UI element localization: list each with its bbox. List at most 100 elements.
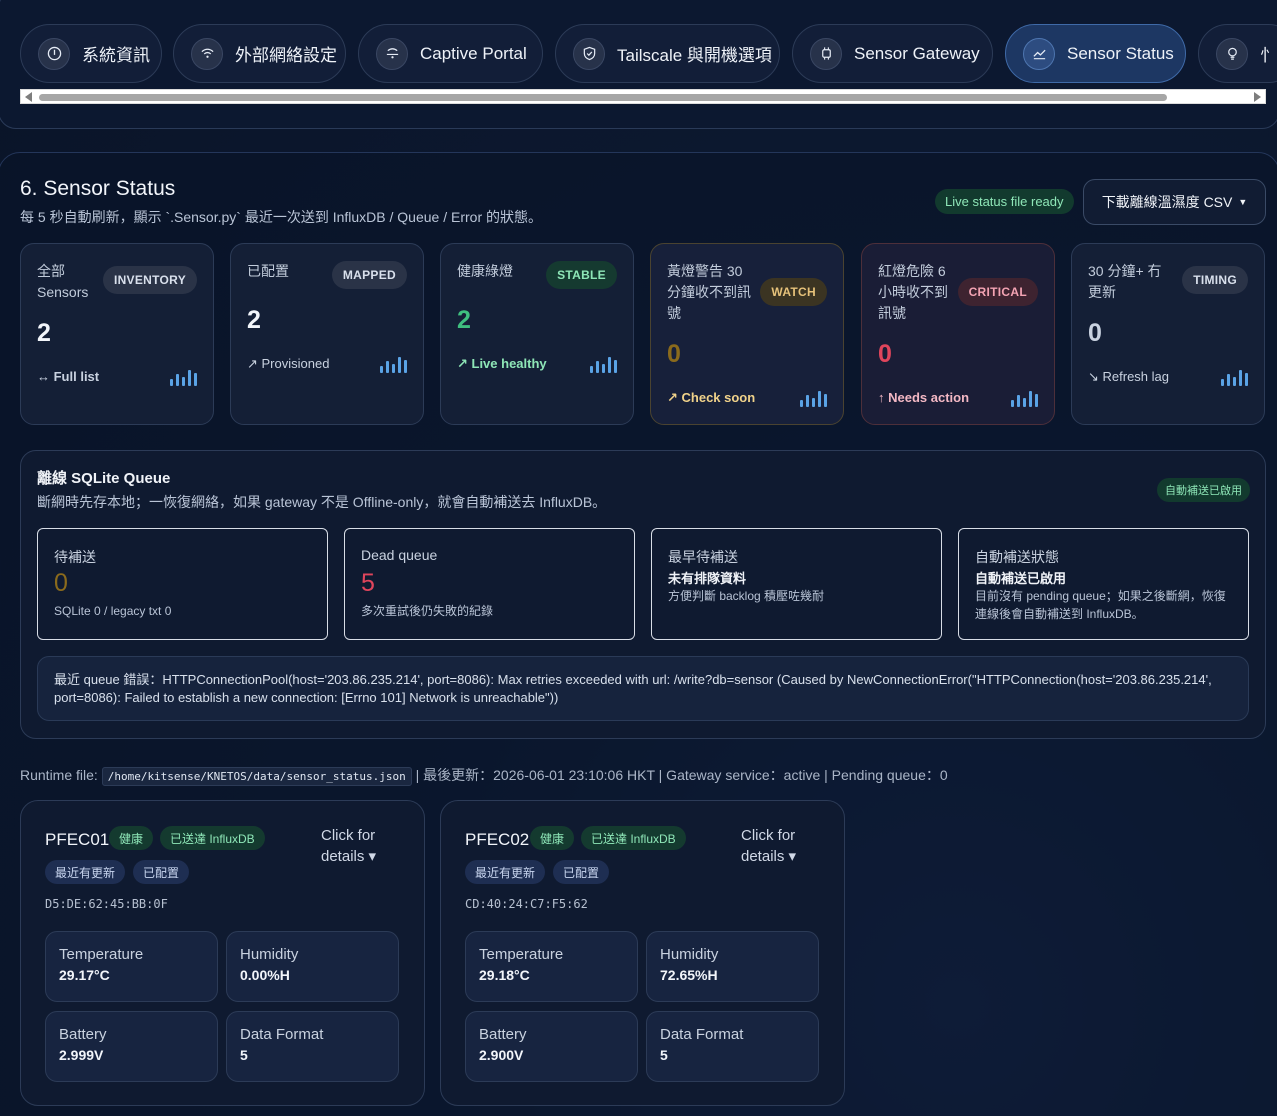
queue-pending-value: 0 bbox=[54, 569, 68, 597]
metric-label: 黃燈警告 30 分鐘收不到訊號 bbox=[667, 263, 751, 321]
metric-footer: ↘ Refresh lag bbox=[1088, 369, 1169, 384]
queue-box-sub: 方便判斷 backlog 積壓咗幾耐 bbox=[668, 589, 825, 603]
metric-humidity: Humidity 0.00%H bbox=[226, 931, 399, 1002]
download-csv-button[interactable]: 下載離線溫濕度 CSV ▼ bbox=[1083, 179, 1266, 225]
metric-temperature: Temperature 29.18°C bbox=[465, 931, 638, 1002]
metric-footer: ↗ Provisioned bbox=[247, 356, 330, 371]
sparkline-icon bbox=[1011, 389, 1038, 407]
metric-label: 紅燈危險 6 小時收不到訊號 bbox=[878, 263, 948, 321]
metric-key: Data Format bbox=[660, 1026, 744, 1043]
tab-system-info[interactable]: 系統資訊 bbox=[20, 24, 162, 83]
metric-val: 2.999V bbox=[59, 1047, 104, 1063]
queue-pending-box: 待補送 0 SQLite 0 / legacy txt 0 bbox=[37, 528, 328, 640]
tab-label: Tailscale 與開機選項 bbox=[617, 46, 772, 65]
queue-oldest-value: 未有排隊資料 bbox=[668, 571, 747, 586]
tab-external-network[interactable]: 外部網絡設定 bbox=[173, 24, 346, 83]
metric-temperature: Temperature 29.17°C bbox=[45, 931, 218, 1002]
metric-data-format: Data Format 5 bbox=[646, 1011, 819, 1082]
metric-card-mapped: 已配置 MAPPED 2 ↗ Provisioned bbox=[230, 243, 424, 425]
queue-title: 離線 SQLite Queue bbox=[37, 470, 171, 487]
metric-val: 29.18°C bbox=[479, 967, 530, 983]
metric-value: 2 bbox=[37, 319, 51, 347]
metric-value: 0 bbox=[667, 340, 681, 368]
queue-subtitle: 斷網時先存本地；一恢復網絡，如果 gateway 不是 Offline-only… bbox=[37, 494, 607, 510]
metric-key: Temperature bbox=[59, 946, 144, 963]
scroll-right-icon[interactable] bbox=[1254, 92, 1261, 102]
status-badge: CRITICAL bbox=[957, 278, 1038, 306]
info-icon bbox=[38, 37, 70, 70]
queue-auto-box: 自動補送狀態 自動補送已啟用 目前沒有 pending queue；如果之後斷網… bbox=[958, 528, 1249, 640]
tab-more[interactable]: 忄 bbox=[1198, 24, 1277, 83]
metric-key: Battery bbox=[479, 1026, 527, 1043]
download-csv-label: 下載離線溫濕度 CSV bbox=[1101, 194, 1233, 210]
sensor-name: PFEC02 bbox=[465, 830, 530, 849]
sensor-card-pfec02[interactable]: PFEC02 健康 已送達 InfluxDB 最近有更新 已配置 Click f… bbox=[440, 800, 845, 1106]
metric-val: 29.17°C bbox=[59, 967, 110, 983]
tab-tailscale[interactable]: Tailscale 與開機選項 bbox=[555, 24, 780, 83]
metric-val: 2.900V bbox=[479, 1047, 524, 1063]
sparkline-icon bbox=[800, 389, 827, 407]
tag-recent-update: 最近有更新 bbox=[465, 860, 546, 884]
tag-influx-delivered: 已送達 InfluxDB bbox=[160, 826, 265, 850]
queue-box-title: 最早待補送 bbox=[668, 549, 738, 565]
sensor-card-pfec01[interactable]: PFEC01 健康 已送達 InfluxDB 最近有更新 已配置 Click f… bbox=[20, 800, 425, 1106]
metric-key: Battery bbox=[59, 1026, 107, 1043]
caret-down-icon: ▼ bbox=[1238, 197, 1248, 207]
metric-data-format: Data Format 5 bbox=[226, 1011, 399, 1082]
details-toggle[interactable]: Click for details ▾ bbox=[321, 825, 401, 867]
wifi-icon bbox=[191, 37, 223, 70]
status-badge: STABLE bbox=[546, 261, 617, 289]
tab-label: Sensor Status bbox=[1067, 43, 1174, 63]
tab-label: 忄 bbox=[1260, 46, 1277, 65]
page-subtitle: 每 5 秒自動刷新，顯示 `.Sensor.py` 最近一次送到 InfluxD… bbox=[20, 209, 542, 225]
tab-label: Sensor Gateway bbox=[854, 43, 980, 63]
metric-key: Humidity bbox=[660, 946, 719, 963]
tab-captive-portal[interactable]: Captive Portal bbox=[358, 24, 543, 83]
tag-healthy: 健康 bbox=[530, 826, 575, 850]
metric-battery: Battery 2.900V bbox=[465, 1011, 638, 1082]
tab-scrollbar[interactable] bbox=[20, 89, 1266, 104]
queue-oldest-box: 最早待補送 未有排隊資料 方便判斷 backlog 積壓咗幾耐 bbox=[651, 528, 942, 640]
sparkline-icon bbox=[170, 368, 197, 386]
queue-box-sub: SQLite 0 / legacy txt 0 bbox=[54, 604, 172, 618]
sparkline-icon bbox=[380, 355, 407, 373]
queue-auto-value: 自動補送已啟用 bbox=[975, 571, 1067, 586]
queue-box-sub: 多次重試後仍失敗的紀錄 bbox=[361, 604, 494, 618]
live-status-badge: Live status file ready bbox=[935, 189, 1074, 214]
tab-sensor-status[interactable]: Sensor Status bbox=[1005, 24, 1186, 83]
sensor-mac: D5:DE:62:45:BB:0F bbox=[45, 897, 168, 911]
tag-healthy: 健康 bbox=[109, 826, 154, 850]
queue-box-title: 自動補送狀態 bbox=[975, 549, 1059, 565]
scrollbar-thumb[interactable] bbox=[39, 94, 1167, 101]
tab-sensor-gateway[interactable]: Sensor Gateway bbox=[792, 24, 993, 83]
metric-footer: ↗ Live healthy bbox=[457, 356, 547, 371]
queue-box-sub: 目前沒有 pending queue；如果之後斷網，恢復連線後會自動補送到 In… bbox=[975, 589, 1226, 621]
tab-label: 外部網絡設定 bbox=[235, 46, 337, 65]
auto-resend-badge: 自動補送已啟用 bbox=[1157, 478, 1250, 502]
bulb-icon bbox=[1216, 37, 1248, 70]
sparkline-icon bbox=[1221, 368, 1248, 386]
metric-val: 5 bbox=[240, 1047, 248, 1063]
metric-val: 5 bbox=[660, 1047, 668, 1063]
metric-value: 0 bbox=[878, 340, 892, 368]
metric-footer: ↔ Full list bbox=[37, 369, 100, 384]
status-badge: TIMING bbox=[1182, 266, 1248, 294]
scroll-left-icon[interactable] bbox=[25, 92, 32, 102]
runtime-label: Runtime file: bbox=[20, 767, 98, 783]
metric-value: 2 bbox=[247, 306, 261, 334]
metric-card-inventory: 全部 Sensors INVENTORY 2 ↔ Full list bbox=[20, 243, 214, 425]
chart-icon bbox=[1023, 37, 1055, 70]
queue-dead-box: Dead queue 5 多次重試後仍失敗的紀錄 bbox=[344, 528, 635, 640]
status-badge: MAPPED bbox=[331, 261, 407, 289]
tag-configured: 已配置 bbox=[553, 860, 610, 884]
tab-label: 系統資訊 bbox=[82, 46, 150, 65]
tab-label: Captive Portal bbox=[420, 43, 527, 63]
metric-value: 0 bbox=[1088, 319, 1102, 347]
shield-icon bbox=[573, 37, 605, 70]
details-toggle[interactable]: Click for details ▾ bbox=[741, 825, 821, 867]
runtime-status: | 最後更新：2026-06-01 23:10:06 HKT | Gateway… bbox=[415, 767, 948, 783]
queue-dead-value: 5 bbox=[361, 569, 375, 597]
metric-footer: ↗ Check soon bbox=[667, 390, 756, 405]
tag-influx-delivered: 已送達 InfluxDB bbox=[581, 826, 686, 850]
metric-label: 健康綠燈 bbox=[457, 263, 513, 279]
